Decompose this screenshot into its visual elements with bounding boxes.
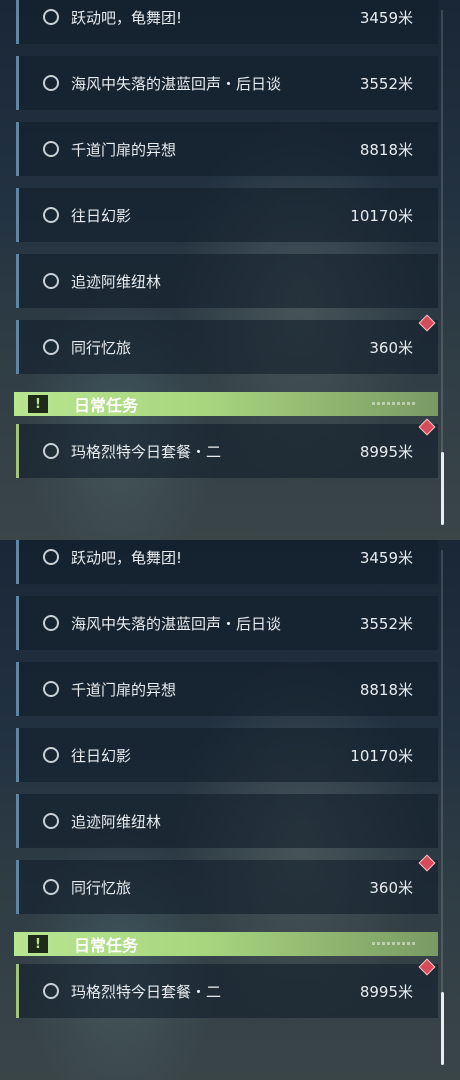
quest-name: 同行忆旅 — [71, 878, 132, 897]
exclamation-icon: ! — [28, 935, 48, 953]
quest-distance: 8995米 — [359, 982, 413, 1001]
quest-status-ring-icon — [43, 549, 59, 565]
section-title: 日常任务 — [74, 936, 139, 955]
quest-name: 跃动吧，龟舞团! — [71, 8, 183, 27]
quest-status-ring-icon — [43, 9, 59, 25]
quest-status-ring-icon — [43, 813, 59, 829]
quest-distance: 3459米 — [359, 548, 413, 567]
quest-item[interactable]: 追迹阿维纽林 — [16, 254, 438, 308]
quest-distance: 3552米 — [359, 74, 413, 93]
quest-name: 追迹阿维纽林 — [71, 272, 162, 291]
quest-item[interactable]: 跃动吧，龟舞团! 3459米 — [16, 540, 438, 584]
quest-distance: 3552米 — [359, 614, 413, 633]
quest-name: 千道门扉的异想 — [71, 140, 177, 159]
quest-status-ring-icon — [43, 983, 59, 999]
quest-distance: 10170米 — [350, 746, 413, 765]
quest-name: 往日幻影 — [71, 746, 132, 765]
scrollbar-track[interactable] — [441, 550, 443, 1065]
quest-item[interactable]: 跃动吧，龟舞团! 3459米 — [16, 0, 438, 44]
quest-distance: 8818米 — [359, 680, 413, 699]
quest-distance: 10170米 — [350, 206, 413, 225]
quest-item[interactable]: 海风中失落的湛蓝回声・后日谈 3552米 — [16, 56, 438, 110]
quest-list-panel-2: 跃动吧，龟舞团! 3459米 海风中失落的湛蓝回声・后日谈 3552米 千道门扉… — [0, 540, 460, 1080]
scrollbar-thumb[interactable] — [441, 992, 444, 1065]
quest-status-ring-icon — [43, 141, 59, 157]
quest-item[interactable]: 千道门扉的异想 8818米 — [16, 122, 438, 176]
scrollbar-thumb[interactable] — [441, 452, 444, 525]
quest-status-ring-icon — [43, 207, 59, 223]
quest-name: 玛格烈特今日套餐・二 — [71, 442, 222, 461]
section-header-daily[interactable]: ! 日常任务 — [14, 392, 438, 416]
quest-status-ring-icon — [43, 879, 59, 895]
quest-item-daily[interactable]: 玛格烈特今日套餐・二 8995米 — [16, 964, 438, 1018]
quest-distance: 360米 — [369, 878, 413, 897]
quest-status-ring-icon — [43, 75, 59, 91]
quest-status-ring-icon — [43, 747, 59, 763]
quest-item[interactable]: 追迹阿维纽林 — [16, 794, 438, 848]
exclamation-icon: ! — [28, 395, 48, 413]
quest-item-daily[interactable]: 玛格烈特今日套餐・二 8995米 — [16, 424, 438, 478]
quest-name: 追迹阿维纽林 — [71, 812, 162, 831]
quest-item[interactable]: 千道门扉的异想 8818米 — [16, 662, 438, 716]
quest-name: 玛格烈特今日套餐・二 — [71, 982, 222, 1001]
section-title: 日常任务 — [74, 396, 139, 415]
quest-item[interactable]: 海风中失落的湛蓝回声・后日谈 3552米 — [16, 596, 438, 650]
quest-name: 同行忆旅 — [71, 338, 132, 357]
section-header-daily[interactable]: ! 日常任务 — [14, 932, 438, 956]
quest-status-ring-icon — [43, 681, 59, 697]
quest-item[interactable]: 同行忆旅 360米 — [16, 860, 438, 914]
quest-name: 海风中失落的湛蓝回声・后日谈 — [71, 74, 282, 93]
quest-name: 往日幻影 — [71, 206, 132, 225]
decorative-stripes — [372, 402, 416, 405]
quest-distance: 8995米 — [359, 442, 413, 461]
quest-status-ring-icon — [43, 443, 59, 459]
quest-distance: 360米 — [369, 338, 413, 357]
scrollbar-track[interactable] — [441, 10, 443, 525]
decorative-stripes — [372, 942, 416, 945]
quest-status-ring-icon — [43, 615, 59, 631]
quest-list-panel-1: 跃动吧，龟舞团! 3459米 海风中失落的湛蓝回声・后日谈 3552米 千道门扉… — [0, 0, 460, 540]
quest-distance: 8818米 — [359, 140, 413, 159]
quest-status-ring-icon — [43, 273, 59, 289]
quest-item[interactable]: 同行忆旅 360米 — [16, 320, 438, 374]
quest-item[interactable]: 往日幻影 10170米 — [16, 188, 438, 242]
quest-status-ring-icon — [43, 339, 59, 355]
quest-distance: 3459米 — [359, 8, 413, 27]
quest-name: 跃动吧，龟舞团! — [71, 548, 183, 567]
quest-name: 海风中失落的湛蓝回声・后日谈 — [71, 614, 282, 633]
quest-name: 千道门扉的异想 — [71, 680, 177, 699]
quest-item[interactable]: 往日幻影 10170米 — [16, 728, 438, 782]
